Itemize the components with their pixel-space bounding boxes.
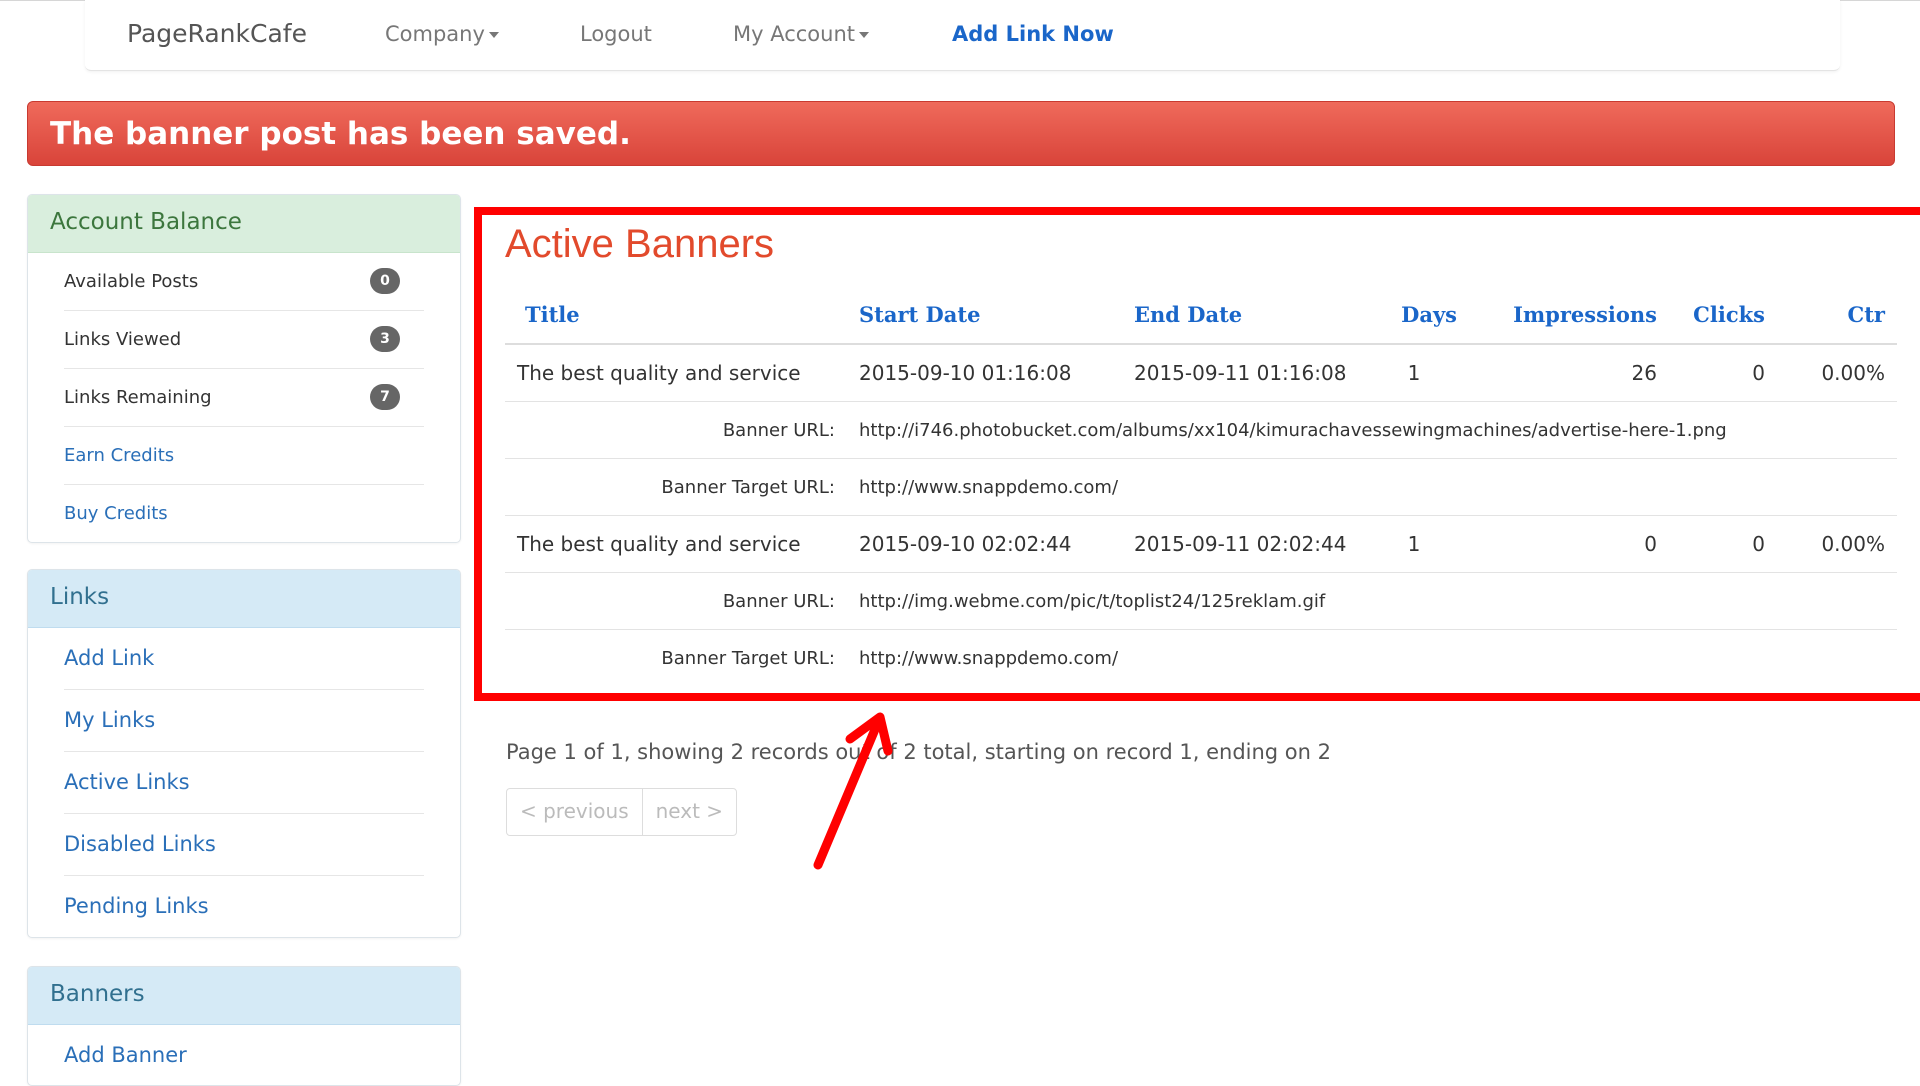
panel-title: Account Balance — [28, 195, 460, 253]
nav-logout-link[interactable]: Logout — [580, 22, 652, 46]
alert-message: The banner post has been saved. — [50, 116, 631, 152]
item-label: Available Posts — [64, 271, 199, 292]
caret-down-icon — [488, 32, 499, 38]
banners-panel: Banners Add Banner — [27, 966, 461, 1086]
nav-company-label: Company — [385, 22, 485, 46]
count-badge: 3 — [370, 326, 400, 352]
nav-company-dropdown[interactable]: Company — [385, 22, 499, 46]
item-label: Buy Credits — [64, 503, 168, 524]
balance-item-links-remaining: Links Remaining 7 — [64, 369, 424, 427]
annotation-arrow-icon — [813, 712, 893, 870]
pagination: < previous next > — [506, 788, 738, 836]
item-label: Active Links — [64, 770, 190, 794]
earn-credits-link[interactable]: Earn Credits — [64, 427, 424, 485]
pagination-info: Page 1 of 1, showing 2 records out of 2 … — [506, 740, 1331, 764]
panel-title: Links — [28, 570, 460, 628]
item-label: My Links — [64, 708, 156, 732]
previous-page-button[interactable]: < previous — [507, 789, 642, 835]
item-label: Earn Credits — [64, 445, 175, 466]
success-alert: The banner post has been saved. — [27, 101, 1895, 166]
links-panel: Links Add Link My Links Active Links Dis… — [27, 569, 461, 938]
brand-logo[interactable]: PageRankCafe — [127, 19, 307, 48]
count-badge: 0 — [370, 268, 400, 294]
red-highlight-box — [474, 207, 1920, 701]
panel-title: Banners — [28, 967, 460, 1025]
nav-my-account-label: My Account — [733, 22, 856, 46]
sidebar-item-add-link[interactable]: Add Link — [64, 628, 424, 690]
sidebar-item-active-links[interactable]: Active Links — [64, 752, 424, 814]
caret-down-icon — [859, 32, 870, 38]
buy-credits-link[interactable]: Buy Credits — [64, 485, 424, 542]
item-label: Links Viewed — [64, 329, 182, 350]
item-label: Links Remaining — [64, 387, 212, 408]
nav-add-link-now[interactable]: Add Link Now — [952, 22, 1114, 46]
account-balance-panel: Account Balance Available Posts 0 Links … — [27, 194, 461, 543]
next-page-button[interactable]: next > — [641, 789, 736, 835]
sidebar-item-my-links[interactable]: My Links — [64, 690, 424, 752]
balance-item-available-posts: Available Posts 0 — [64, 253, 424, 311]
item-label: Add Link — [64, 646, 155, 670]
item-label: Pending Links — [64, 894, 209, 918]
sidebar-item-add-banner[interactable]: Add Banner — [64, 1025, 424, 1085]
item-label: Add Banner — [64, 1043, 187, 1067]
top-navbar: PageRankCafe Company Logout My Account A… — [85, 0, 1840, 71]
count-badge: 7 — [370, 384, 400, 410]
balance-item-links-viewed: Links Viewed 3 — [64, 311, 424, 369]
sidebar-item-disabled-links[interactable]: Disabled Links — [64, 814, 424, 876]
sidebar-item-pending-links[interactable]: Pending Links — [64, 876, 424, 937]
nav-my-account-dropdown[interactable]: My Account — [733, 22, 870, 46]
item-label: Disabled Links — [64, 832, 216, 856]
